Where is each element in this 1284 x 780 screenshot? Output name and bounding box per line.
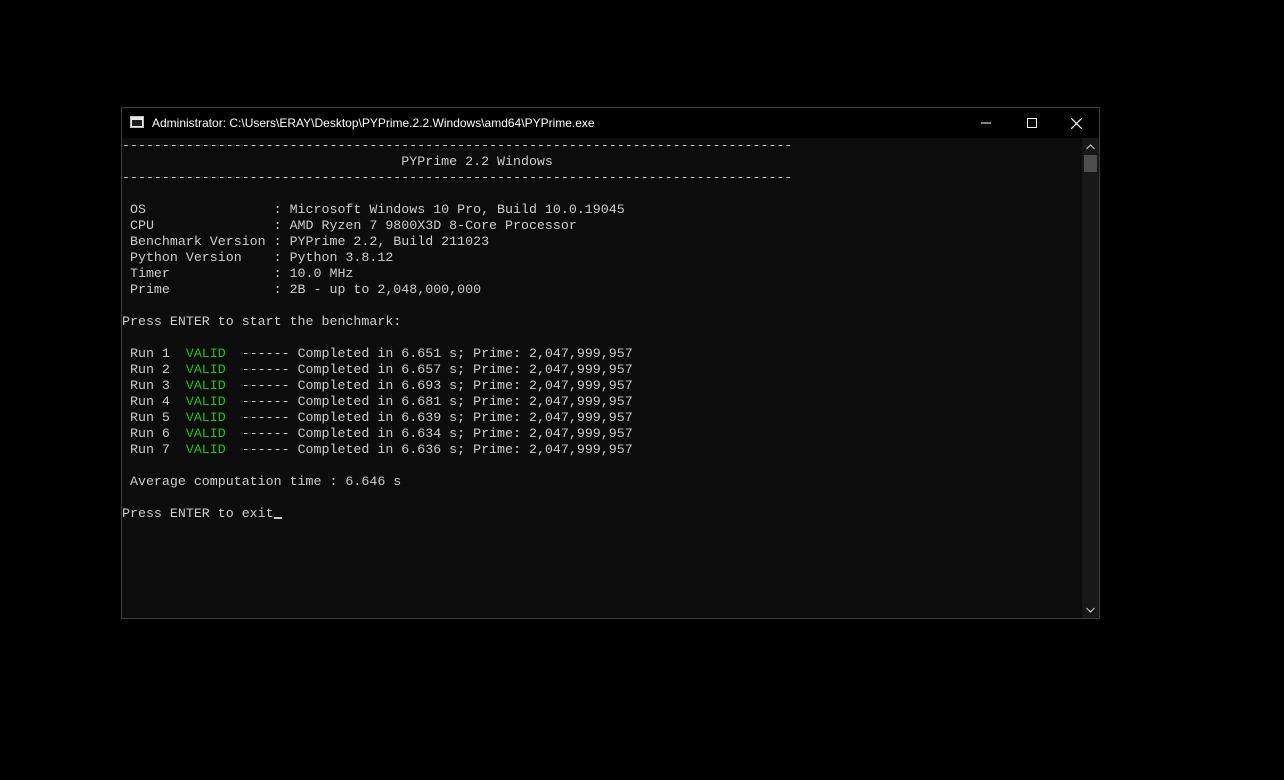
chevron-down-icon xyxy=(1086,607,1095,613)
minimize-icon xyxy=(981,122,991,124)
exit-prompt-line: Press ENTER to exit xyxy=(122,506,282,522)
average-time: Average computation time : 6.646 s xyxy=(122,474,402,489)
run-detail: ------ Completed in 6.657 s; Prime: 2,04… xyxy=(225,362,633,377)
run-label: Run 2 xyxy=(122,362,186,377)
run-detail: ------ Completed in 6.693 s; Prime: 2,04… xyxy=(225,378,633,393)
run-status: VALID xyxy=(185,426,226,441)
benchmark-header: PYPrime 2.2 Windows xyxy=(122,154,553,169)
run-status: VALID xyxy=(185,394,226,409)
run-label: Run 7 xyxy=(122,442,186,457)
console-window: Administrator: C:\Users\ERAY\Desktop\PYP… xyxy=(121,107,1100,619)
info-label: Prime xyxy=(122,282,274,297)
run-detail: ------ Completed in 6.634 s; Prime: 2,04… xyxy=(225,426,633,441)
vertical-scrollbar[interactable] xyxy=(1082,138,1099,618)
run-row: Run 4 VALID ------ Completed in 6.681 s;… xyxy=(122,394,633,410)
info-value: : 2B - up to 2,048,000,000 xyxy=(273,282,482,297)
info-row-prime: Prime : 2B - up to 2,048,000,000 xyxy=(122,282,481,298)
maximize-button[interactable] xyxy=(1009,108,1055,138)
run-label: Run 5 xyxy=(122,410,186,425)
run-row: Run 3 VALID ------ Completed in 6.693 s;… xyxy=(122,378,633,394)
info-value: : Python 3.8.12 xyxy=(273,250,394,265)
separator-line: ----------------------------------------… xyxy=(122,138,793,153)
info-label: Benchmark Version xyxy=(122,234,274,249)
run-row: Run 1 VALID ------ Completed in 6.651 s;… xyxy=(122,346,633,362)
exit-prompt: Press ENTER to exit xyxy=(122,506,274,521)
info-value: : PYPrime 2.2, Build 211023 xyxy=(273,234,490,249)
info-label: OS xyxy=(122,202,274,217)
run-status: VALID xyxy=(185,410,226,425)
run-label: Run 3 xyxy=(122,378,186,393)
chevron-up-icon xyxy=(1086,143,1095,149)
run-row: Run 6 VALID ------ Completed in 6.634 s;… xyxy=(122,426,633,442)
run-row: Run 5 VALID ------ Completed in 6.639 s;… xyxy=(122,410,633,426)
run-detail: ------ Completed in 6.651 s; Prime: 2,04… xyxy=(225,346,633,361)
run-status: VALID xyxy=(185,378,226,393)
scroll-down-button[interactable] xyxy=(1082,601,1099,618)
run-label: Run 4 xyxy=(122,394,186,409)
run-row: Run 2 VALID ------ Completed in 6.657 s;… xyxy=(122,362,633,378)
run-status: VALID xyxy=(185,362,226,377)
console-app-icon xyxy=(130,116,144,128)
window-title: Administrator: C:\Users\ERAY\Desktop\PYP… xyxy=(152,116,595,130)
info-row-cpu: CPU : AMD Ryzen 7 9800X3D 8-Core Process… xyxy=(122,218,577,234)
run-label: Run 6 xyxy=(122,426,186,441)
run-status: VALID xyxy=(185,442,226,457)
info-row-benchmark-version: Benchmark Version : PYPrime 2.2, Build 2… xyxy=(122,234,489,250)
info-row-os: OS : Microsoft Windows 10 Pro, Build 10.… xyxy=(122,202,625,218)
run-label: Run 1 xyxy=(122,346,186,361)
run-detail: ------ Completed in 6.636 s; Prime: 2,04… xyxy=(225,442,633,457)
close-icon xyxy=(1070,117,1082,129)
info-row-timer: Timer : 10.0 MHz xyxy=(122,266,353,282)
run-row: Run 7 VALID ------ Completed in 6.636 s;… xyxy=(122,442,633,458)
info-value: : Microsoft Windows 10 Pro, Build 10.0.1… xyxy=(273,202,625,217)
minimize-button[interactable] xyxy=(963,108,1009,138)
text-cursor xyxy=(273,517,282,519)
info-value: : 10.0 MHz xyxy=(273,266,354,281)
run-status: VALID xyxy=(185,346,226,361)
run-detail: ------ Completed in 6.681 s; Prime: 2,04… xyxy=(225,394,633,409)
info-label: Timer xyxy=(122,266,274,281)
info-label: Python Version xyxy=(122,250,274,265)
run-detail: ------ Completed in 6.639 s; Prime: 2,04… xyxy=(225,410,633,425)
info-row-python-version: Python Version : Python 3.8.12 xyxy=(122,250,393,266)
scrollbar-thumb[interactable] xyxy=(1084,155,1097,172)
console-output[interactable]: ----------------------------------------… xyxy=(122,138,1082,618)
close-button[interactable] xyxy=(1053,108,1099,138)
maximize-icon xyxy=(1027,118,1037,128)
info-value: : AMD Ryzen 7 9800X3D 8-Core Processor xyxy=(273,218,577,233)
info-label: CPU xyxy=(122,218,274,233)
scroll-up-button[interactable] xyxy=(1082,138,1099,155)
title-bar[interactable]: Administrator: C:\Users\ERAY\Desktop\PYP… xyxy=(122,108,1099,138)
start-prompt: Press ENTER to start the benchmark: xyxy=(122,314,402,329)
separator-line: ----------------------------------------… xyxy=(122,170,793,185)
